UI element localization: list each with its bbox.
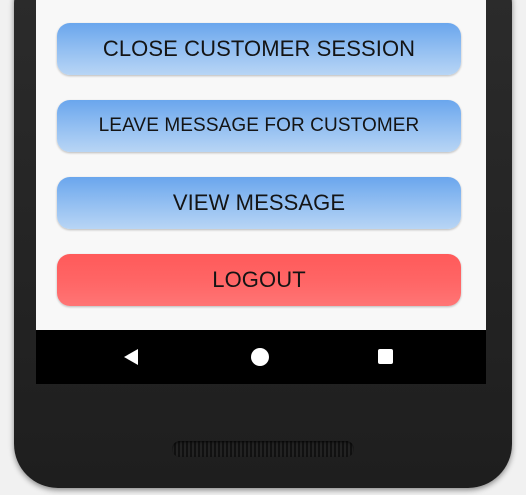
- close-customer-session-label: CLOSE CUSTOMER SESSION: [102, 36, 416, 61]
- android-nav-bar: [36, 330, 486, 384]
- view-message-label: VIEW MESSAGE: [172, 190, 346, 215]
- home-circle-icon[interactable]: [251, 348, 269, 366]
- leave-message-label: LEAVE MESSAGE FOR CUSTOMER: [98, 115, 420, 136]
- logout-label: LOGOUT: [212, 267, 306, 292]
- back-triangle-icon[interactable]: [124, 349, 138, 365]
- recents-square-icon[interactable]: [378, 349, 393, 364]
- logout-button[interactable]: LOGOUT: [57, 254, 461, 306]
- view-message-button[interactable]: VIEW MESSAGE: [57, 177, 461, 229]
- close-customer-session-button[interactable]: CLOSE CUSTOMER SESSION: [57, 23, 461, 75]
- speaker-grille: [172, 441, 354, 457]
- app-screen: CLOSE CUSTOMER SESSION LEAVE MESSAGE FOR…: [36, 0, 486, 330]
- leave-message-button[interactable]: LEAVE MESSAGE FOR CUSTOMER: [57, 100, 461, 152]
